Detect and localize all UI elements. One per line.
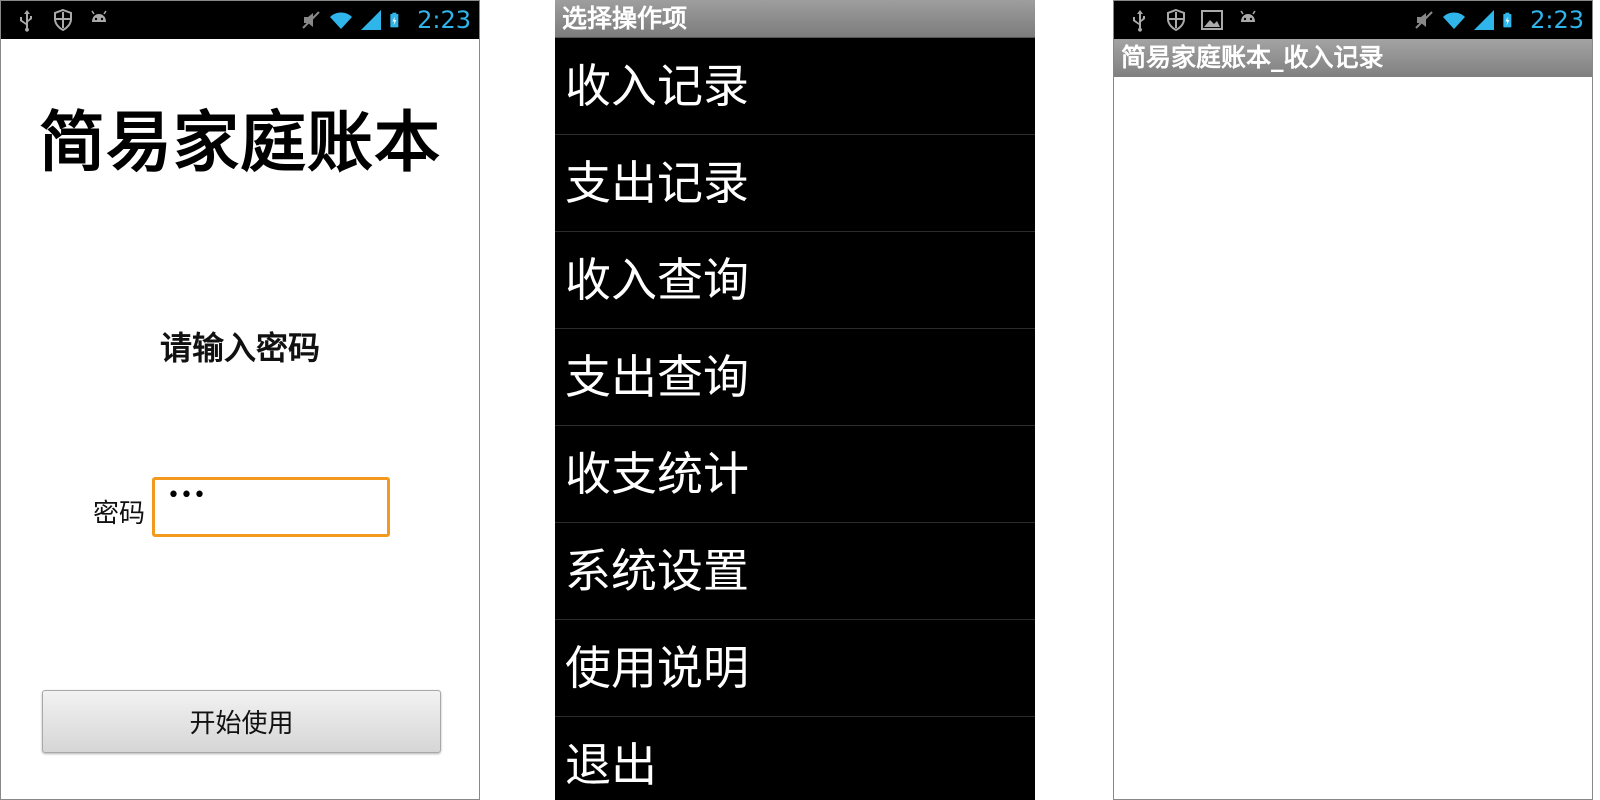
menu-item-income-query[interactable]: 收入查询 xyxy=(555,232,1035,329)
usb-icon xyxy=(20,10,32,32)
menu-item-settings[interactable]: 系统设置 xyxy=(555,523,1035,620)
signal-icon xyxy=(361,10,382,30)
menu-item-exit[interactable]: 退出 xyxy=(555,717,1035,800)
menu-item-income-record[interactable]: 收入记录 xyxy=(555,38,1035,135)
menu-screen: 选择操作项 收入记录 支出记录 收入查询 支出查询 收支统计 系统设置 使用说明… xyxy=(555,0,1035,800)
usb-icon xyxy=(1133,10,1145,32)
income-record-screen: 2:23 简易家庭账本_收入记录 xyxy=(1113,0,1593,800)
shield-icon xyxy=(1167,8,1185,32)
menu-item-expense-query[interactable]: 支出查询 xyxy=(555,329,1035,426)
clock-time: 2:23 xyxy=(417,6,471,34)
password-label: 密码 xyxy=(93,499,146,529)
menu-item-expense-record[interactable]: 支出记录 xyxy=(555,135,1035,232)
mute-icon xyxy=(302,11,320,29)
android-icon xyxy=(1240,10,1256,22)
status-bar: 2:23 xyxy=(1114,1,1592,39)
menu-title: 选择操作项 xyxy=(555,0,1035,38)
android-icon xyxy=(91,10,107,22)
wifi-icon xyxy=(1443,12,1466,29)
signal-icon xyxy=(1474,10,1495,30)
login-screen: 2:23 简易家庭账本 请输入密码 密码 开始使用 xyxy=(0,0,480,800)
menu-item-help[interactable]: 使用说明 xyxy=(555,620,1035,717)
battery-icon xyxy=(390,12,399,28)
wifi-icon xyxy=(330,12,353,29)
clock-time: 2:23 xyxy=(1530,6,1584,34)
image-icon xyxy=(1201,10,1223,30)
status-bar: 2:23 xyxy=(1,1,479,39)
record-title: 简易家庭账本_收入记录 xyxy=(1114,39,1592,77)
app-title: 简易家庭账本 xyxy=(39,104,441,181)
password-prompt: 请输入密码 xyxy=(159,329,320,367)
menu-item-statistics[interactable]: 收支统计 xyxy=(555,426,1035,523)
operation-menu: 收入记录 支出记录 收入查询 支出查询 收支统计 系统设置 使用说明 退出 xyxy=(555,38,1035,800)
mute-icon xyxy=(1415,11,1433,29)
password-field[interactable] xyxy=(152,477,390,537)
battery-icon xyxy=(1503,12,1512,28)
shield-icon xyxy=(54,8,72,32)
start-button[interactable]: 开始使用 xyxy=(42,690,441,753)
